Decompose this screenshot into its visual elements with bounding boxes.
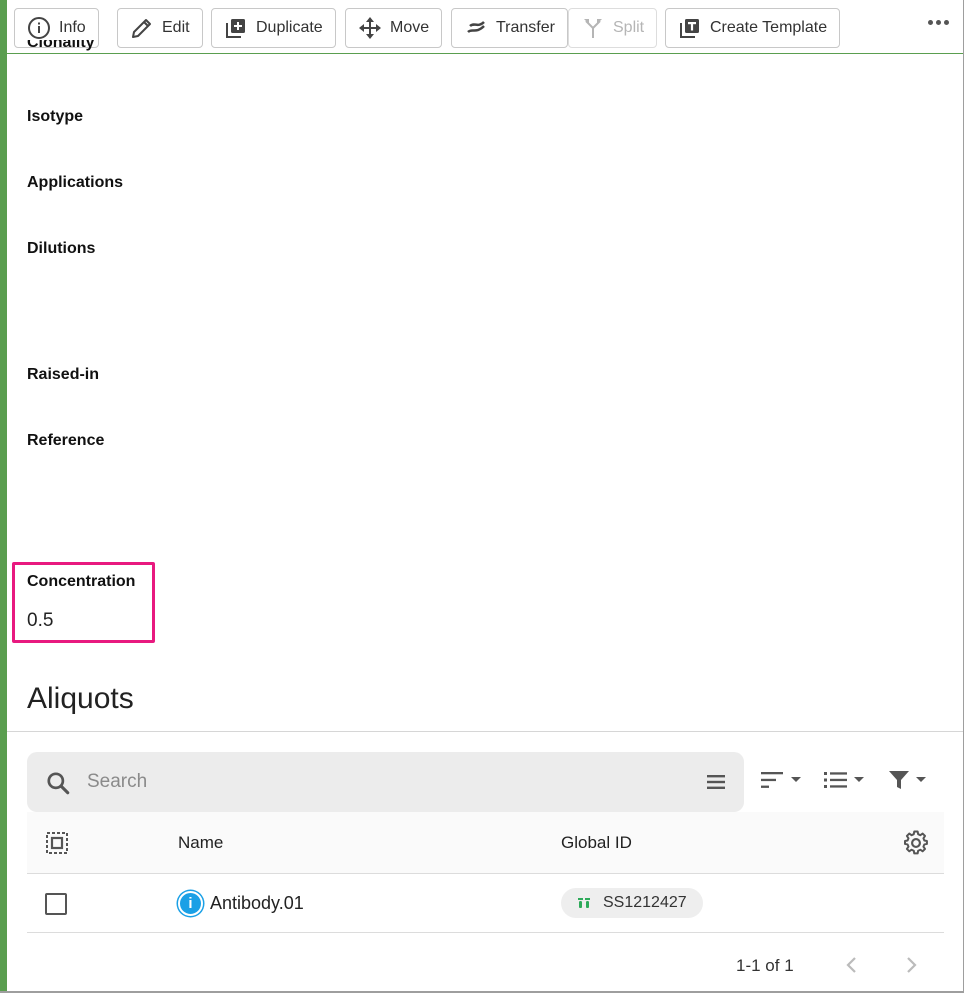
move-button[interactable]: Move: [345, 8, 443, 48]
sort-menu-button[interactable]: [760, 768, 802, 792]
more-options-icon[interactable]: [928, 20, 949, 25]
previous-page-icon[interactable]: [842, 955, 862, 975]
template-icon: [680, 19, 699, 38]
split-button-label: Split: [613, 19, 645, 36]
row-checkbox[interactable]: [45, 893, 67, 915]
split-icon: [584, 19, 602, 38]
field-label-dilutions: Dilutions: [27, 240, 96, 257]
chevron-down-icon: [916, 777, 926, 782]
field-label-concentration: Concentration: [27, 573, 136, 590]
search-options-icon[interactable]: [706, 772, 726, 792]
field-label-raised-in: Raised-in: [27, 366, 100, 383]
field-label-reference: Reference: [27, 432, 105, 449]
view-menu-button[interactable]: [823, 768, 865, 792]
aliquot-name[interactable]: Antibody.01: [210, 893, 304, 914]
select-all-icon[interactable]: [45, 831, 69, 855]
transfer-button[interactable]: Transfer: [451, 8, 568, 48]
list-view-icon: [824, 772, 847, 788]
duplicate-button-label: Duplicate: [256, 19, 323, 36]
info-button-label: Info: [59, 19, 86, 36]
move-button-label: Move: [390, 19, 430, 36]
search-input[interactable]: [87, 752, 687, 812]
chevron-down-icon: [854, 777, 864, 782]
global-id-value: SS1212427: [603, 894, 687, 911]
info-icon: [28, 17, 50, 39]
transfer-icon: [467, 21, 485, 34]
gear-icon[interactable]: [903, 830, 929, 856]
sort-icon: [761, 772, 783, 788]
edit-button[interactable]: Edit: [117, 8, 203, 48]
field-label-isotype: Isotype: [27, 108, 84, 125]
split-button[interactable]: Split: [568, 8, 658, 48]
chevron-down-icon: [791, 777, 801, 782]
info-icon[interactable]: i: [178, 891, 203, 916]
global-id-chip[interactable]: SS1212427: [561, 888, 703, 918]
edit-button-label: Edit: [162, 19, 190, 36]
move-arrows-icon: [359, 17, 381, 39]
filter-icon: [889, 771, 909, 789]
search-bar: [27, 752, 744, 812]
duplicate-button[interactable]: Duplicate: [211, 8, 336, 48]
pencil-icon: [132, 19, 151, 38]
filter-menu-button[interactable]: [887, 768, 927, 792]
create-template-button-label: Create Template: [710, 19, 828, 36]
aliquots-heading: Aliquots: [27, 682, 134, 715]
column-header-name[interactable]: Name: [178, 833, 223, 853]
section-divider: [7, 731, 963, 732]
next-page-icon[interactable]: [901, 955, 921, 975]
field-label-clonality: Clonality: [27, 40, 95, 51]
field-label-applications: Applications: [27, 174, 124, 191]
sample-tubes-icon: [578, 898, 590, 908]
record-accent-bar: [0, 0, 7, 993]
name-cell[interactable]: i Antibody.01: [178, 891, 304, 916]
table-header: Name Global ID: [27, 812, 944, 874]
action-toolbar: Info Edit Duplicate Move Transfer Split …: [7, 0, 963, 54]
column-header-global-id[interactable]: Global ID: [561, 833, 632, 853]
pagination-status: 1-1 of 1: [736, 956, 794, 975]
table-row[interactable]: i Antibody.01 SS1212427: [27, 874, 944, 933]
create-template-button[interactable]: Create Template: [665, 8, 841, 48]
duplicate-icon: [226, 19, 245, 38]
concentration-value: 0.5: [27, 610, 54, 631]
transfer-button-label: Transfer: [496, 19, 555, 36]
search-icon: [47, 772, 70, 795]
